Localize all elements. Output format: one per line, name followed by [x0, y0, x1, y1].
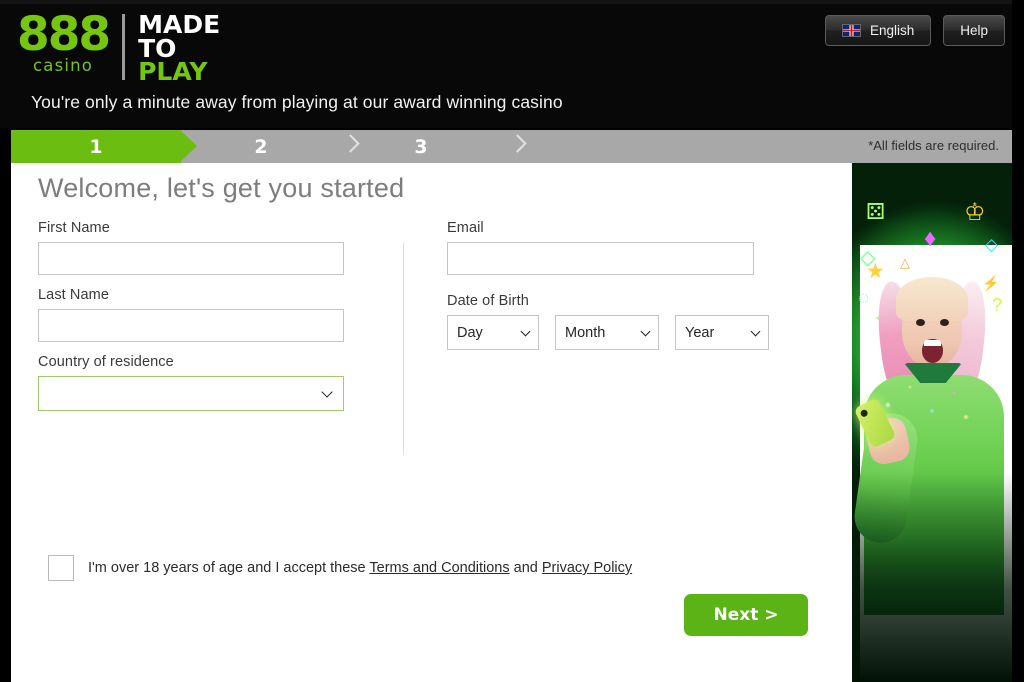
privacy-policy-link[interactable]: Privacy Policy	[542, 560, 632, 576]
progress-step-3-label: 3	[414, 135, 428, 158]
eye-left	[916, 319, 925, 326]
progress-step-2[interactable]: 2	[181, 130, 341, 163]
header-tagline: You're only a minute away from playing a…	[31, 92, 563, 112]
terms-row: I'm over 18 years of age and I accept th…	[48, 555, 632, 581]
terms-checkbox[interactable]	[48, 555, 74, 581]
dob-day-wrapper: Day	[447, 315, 539, 350]
header-actions: English Help	[824, 15, 1005, 46]
dob-label: Date of Birth	[447, 293, 529, 309]
promo-image: ⚄ ◇ ★ ◌ △ ♦ ♔ ◇ ? ✦ ⚡	[852, 163, 1012, 682]
email-input[interactable]	[447, 242, 754, 275]
form-column-left: First Name Last Name Country of residenc…	[38, 220, 373, 423]
country-field: Country of residence	[38, 354, 373, 411]
country-select[interactable]	[38, 376, 344, 411]
page-title: Welcome, let's get you started	[38, 173, 405, 203]
brand-logo[interactable]: 888 casino MADE TO PLAY	[17, 7, 221, 86]
form-column-right: Email Date of Birth Day Month Year	[447, 220, 769, 362]
signup-form-card: Welcome, let's get you started First Nam…	[11, 163, 852, 682]
uk-flag-icon	[841, 24, 861, 37]
dob-row: Day Month Year	[447, 315, 769, 350]
progress-bar: 1 2 3 *All fields are required.	[11, 130, 1013, 163]
logo-slogan-line3: PLAY	[138, 57, 208, 86]
page-header: 888 casino MADE TO PLAY You're only a mi…	[0, 0, 1024, 128]
logo-slogan: MADE TO PLAY	[138, 10, 221, 86]
progress-step-2-label: 2	[254, 135, 268, 158]
dob-year-select[interactable]: Year	[675, 315, 769, 350]
hair-top	[896, 277, 968, 321]
email-label: Email	[447, 220, 484, 236]
logo-888-text: 888	[17, 7, 111, 62]
last-name-field: Last Name	[38, 287, 373, 342]
language-button-label: English	[869, 23, 915, 38]
dob-year-wrapper: Year	[675, 315, 769, 350]
terms-text-before: I'm over 18 years of age and I accept th…	[88, 560, 370, 576]
last-name-label: Last Name	[38, 287, 110, 303]
country-label: Country of residence	[38, 354, 174, 370]
logo-casino-text: casino	[32, 56, 94, 76]
first-name-label: First Name	[38, 220, 110, 236]
progress-step-3[interactable]: 3	[341, 130, 501, 163]
terms-text-middle: and	[509, 560, 542, 576]
right-black-border	[1012, 0, 1024, 682]
left-black-border	[0, 130, 11, 682]
dob-month-wrapper: Month	[555, 315, 659, 350]
dob-day-select[interactable]: Day	[447, 315, 539, 350]
dob-month-select[interactable]: Month	[555, 315, 659, 350]
progress-step-1[interactable]: 1	[11, 130, 197, 163]
signup-page: 888 casino MADE TO PLAY You're only a mi…	[0, 0, 1024, 682]
country-select-wrapper	[38, 376, 344, 411]
dob-field-group: Date of Birth Day Month Year	[447, 293, 769, 350]
logo-divider	[122, 14, 126, 80]
language-button[interactable]: English	[824, 15, 932, 46]
logo-slogan-line1: MADE	[138, 10, 221, 39]
next-button[interactable]: Next >	[684, 594, 808, 636]
eye-right	[940, 319, 949, 326]
first-name-field: First Name	[38, 220, 373, 275]
email-field-group: Email	[447, 220, 767, 275]
last-name-input[interactable]	[38, 309, 344, 342]
progress-step-1-label: 1	[89, 135, 103, 158]
terms-text: I'm over 18 years of age and I accept th…	[88, 560, 632, 576]
logo-888-block: 888 casino	[17, 7, 111, 76]
help-button[interactable]: Help	[943, 15, 1005, 46]
header-top-line	[0, 0, 1024, 4]
help-button-label: Help	[960, 23, 988, 38]
mouth	[922, 339, 943, 363]
chevron-right-icon-2	[511, 137, 525, 156]
first-name-input[interactable]	[38, 242, 344, 275]
terms-and-conditions-link[interactable]: Terms and Conditions	[369, 560, 509, 576]
promo-person	[852, 163, 1012, 682]
required-fields-note: *All fields are required.	[868, 138, 999, 153]
column-divider	[403, 243, 404, 455]
